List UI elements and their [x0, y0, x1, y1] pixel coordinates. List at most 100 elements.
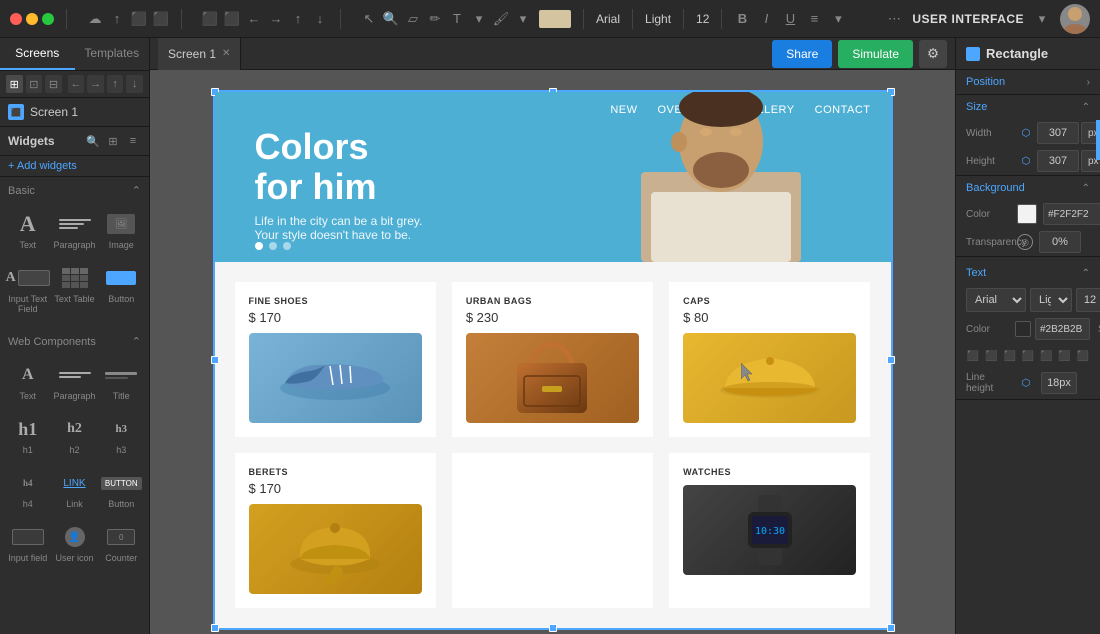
- align-extra-btn[interactable]: ⬛: [1076, 346, 1090, 366]
- widget-h1[interactable]: h1 h1: [6, 409, 49, 461]
- panel-icon-5[interactable]: →: [87, 75, 104, 93]
- dot-2[interactable]: [269, 242, 277, 250]
- align-distributed-btn[interactable]: ⬛: [1039, 346, 1053, 366]
- text-color-input[interactable]: [1035, 318, 1090, 340]
- position-header[interactable]: Position ›: [956, 70, 1100, 94]
- widget-wtitle[interactable]: Title: [100, 355, 143, 407]
- pen-icon[interactable]: ✏: [427, 11, 443, 27]
- share-button[interactable]: Share: [772, 40, 832, 68]
- widget-input-text[interactable]: A Input Text Field: [6, 258, 49, 320]
- widget-paragraph[interactable]: Paragraph: [51, 204, 97, 256]
- font-weight-select[interactable]: Light Regular Bold: [1030, 288, 1072, 312]
- guide-icon[interactable]: ⬛: [224, 11, 240, 27]
- traffic-green[interactable]: [42, 13, 54, 25]
- dropdown-arrow-icon[interactable]: ▾: [1034, 11, 1050, 27]
- panel-icon-3[interactable]: ⊟: [45, 75, 62, 93]
- basic-section-header[interactable]: Basic ⌃: [0, 181, 149, 200]
- widget-image[interactable]: 🖼 Image: [100, 204, 143, 256]
- widget-usericon[interactable]: 👤 User icon: [51, 517, 97, 569]
- user-avatar[interactable]: [1060, 4, 1090, 34]
- transparency-input[interactable]: [1039, 231, 1081, 253]
- more-icon[interactable]: ⋯: [886, 11, 902, 27]
- dropdown-icon[interactable]: ▾: [471, 11, 487, 27]
- bg-color-box[interactable]: [1017, 204, 1037, 224]
- widget-button[interactable]: Button: [100, 258, 143, 320]
- height-input[interactable]: [1037, 150, 1079, 172]
- align-none-btn[interactable]: ⬛: [1057, 346, 1071, 366]
- text-icon[interactable]: T: [449, 11, 465, 27]
- widget-wtext[interactable]: A Text: [6, 355, 49, 407]
- canvas-frame[interactable]: NEW OVERVIEW GALLERY CONTACT Colorsfor h…: [213, 90, 893, 630]
- widget-wparagraph[interactable]: Paragraph: [51, 355, 97, 407]
- up-icon[interactable]: ↑: [290, 11, 306, 27]
- widget-counter[interactable]: 0 Counter: [100, 517, 143, 569]
- align-dropdown-icon[interactable]: ▾: [830, 11, 846, 27]
- widget-h3[interactable]: h3 h3: [100, 409, 143, 461]
- width-input[interactable]: [1037, 122, 1079, 144]
- bg-color-input[interactable]: [1043, 203, 1100, 225]
- font-select[interactable]: Arial Helvetica: [966, 288, 1026, 312]
- widget-grid-icon[interactable]: ⊞: [105, 133, 121, 149]
- cursor-icon[interactable]: ↖: [361, 11, 377, 27]
- add-widgets-btn[interactable]: + Add widgets: [0, 156, 149, 177]
- screen-icon[interactable]: ⬛: [202, 11, 218, 27]
- dot-3[interactable]: [283, 242, 291, 250]
- redo-icon[interactable]: ⬛: [153, 11, 169, 27]
- widget-link[interactable]: LINK Link: [51, 463, 97, 515]
- bold-icon[interactable]: B: [734, 11, 750, 27]
- panel-icon-4[interactable]: ←: [68, 75, 85, 93]
- align-left-btn[interactable]: ⬛: [966, 346, 980, 366]
- down-icon[interactable]: ↓: [312, 11, 328, 27]
- undo-icon[interactable]: ⬛: [131, 11, 147, 27]
- align-center-btn[interactable]: ⬛: [984, 346, 998, 366]
- panel-icon-2[interactable]: ⊡: [26, 75, 43, 93]
- canvas-body[interactable]: NEW OVERVIEW GALLERY CONTACT Colorsfor h…: [150, 70, 955, 634]
- size-header[interactable]: Size ⌃: [956, 95, 1100, 119]
- line-height-input[interactable]: [1041, 372, 1077, 394]
- handle-br[interactable]: [887, 624, 895, 632]
- color-swatch[interactable]: [539, 10, 571, 28]
- screen-item[interactable]: ⬛ Screen 1: [0, 98, 149, 126]
- widget-list-icon[interactable]: ≡: [125, 133, 141, 149]
- widget-wbutton[interactable]: BUTTON Button: [100, 463, 143, 515]
- text-color-box[interactable]: [1015, 321, 1031, 337]
- widget-h4[interactable]: h4 h4: [6, 463, 49, 515]
- text-header[interactable]: Text ⌃: [956, 261, 1100, 285]
- export-icon[interactable]: ↑: [109, 11, 125, 27]
- zoom-icon[interactable]: 🔍: [383, 11, 399, 27]
- dot-1[interactable]: [255, 242, 263, 250]
- left-icon[interactable]: ←: [246, 11, 262, 27]
- simulate-button[interactable]: Simulate: [838, 40, 913, 68]
- align-justify-btn[interactable]: ⬛: [1021, 346, 1035, 366]
- canvas-tab-close-icon[interactable]: ✕: [222, 48, 230, 59]
- save-icon[interactable]: ☁: [87, 11, 103, 27]
- font-size-input[interactable]: [1076, 288, 1100, 312]
- traffic-red[interactable]: [10, 13, 22, 25]
- panel-icon-6[interactable]: ↑: [107, 75, 124, 93]
- panel-icon-7[interactable]: ↓: [126, 75, 143, 93]
- paint-icon[interactable]: 🖌: [493, 11, 509, 27]
- underline-icon[interactable]: U: [782, 11, 798, 27]
- align-icon[interactable]: ≡: [806, 11, 822, 27]
- widget-h2[interactable]: h2 h2: [51, 409, 97, 461]
- align-right-btn[interactable]: ⬛: [1003, 346, 1017, 366]
- widget-inputfield[interactable]: Input field: [6, 517, 49, 569]
- handle-ml[interactable]: [211, 356, 219, 364]
- background-header[interactable]: Background ⌃: [956, 176, 1100, 200]
- widget-text-table[interactable]: Text Table: [51, 258, 97, 320]
- traffic-yellow[interactable]: [26, 13, 38, 25]
- handle-bc[interactable]: [549, 624, 557, 632]
- widget-search-icon[interactable]: 🔍: [85, 133, 101, 149]
- panel-icon-1[interactable]: ⊞: [6, 75, 23, 93]
- shape-icon[interactable]: ▱: [405, 11, 421, 27]
- italic-icon[interactable]: I: [758, 11, 774, 27]
- handle-bl[interactable]: [211, 624, 219, 632]
- right-icon[interactable]: →: [268, 11, 284, 27]
- canvas-tab-screen1[interactable]: Screen 1 ✕: [158, 38, 241, 70]
- tab-templates[interactable]: Templates: [75, 38, 150, 70]
- color-icon[interactable]: ▾: [515, 11, 531, 27]
- widget-text[interactable]: A Text: [6, 204, 49, 256]
- settings-button[interactable]: ⚙: [919, 40, 947, 68]
- tab-screens[interactable]: Screens: [0, 38, 75, 70]
- handle-mr[interactable]: [887, 356, 895, 364]
